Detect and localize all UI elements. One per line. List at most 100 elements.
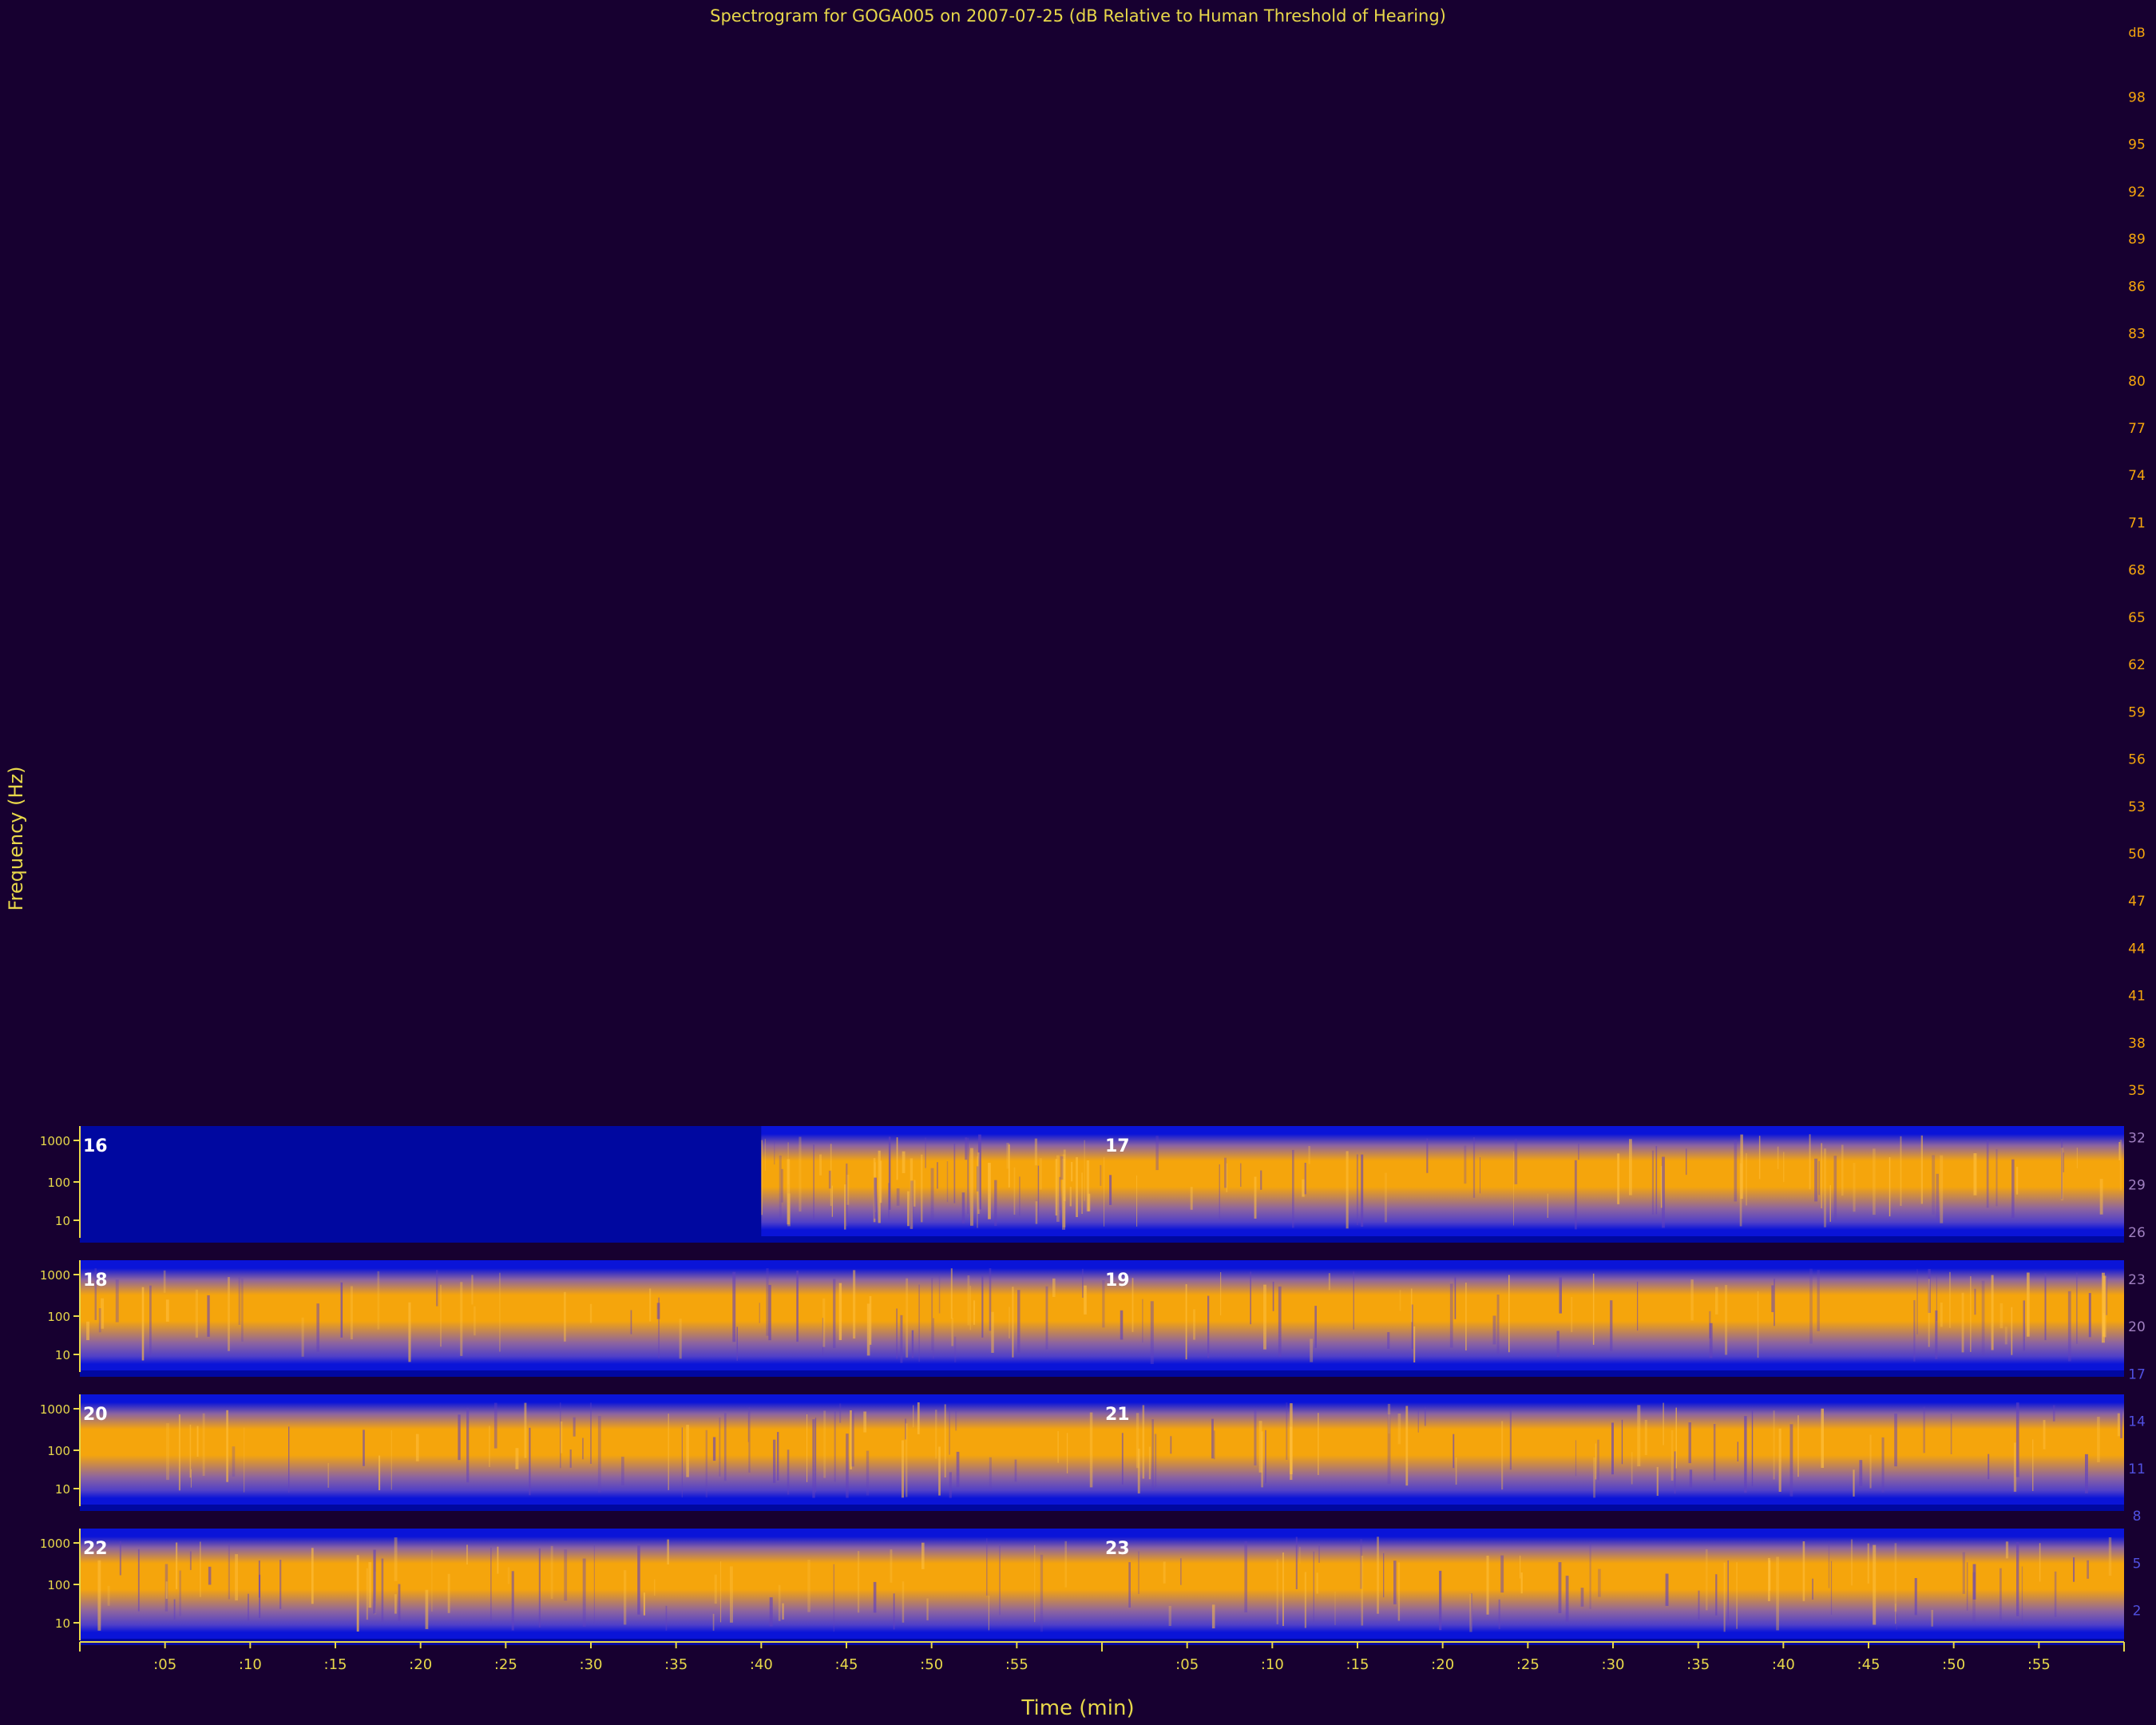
band-streak bbox=[2015, 1167, 2019, 1195]
time-tick-label: :35 bbox=[664, 1656, 688, 1673]
band-streak bbox=[900, 1315, 903, 1363]
band-streak bbox=[1361, 1556, 1364, 1626]
band-streak bbox=[814, 1418, 817, 1493]
band-streak bbox=[866, 1450, 870, 1496]
band-streak bbox=[896, 1137, 898, 1180]
band-streak bbox=[935, 1410, 937, 1459]
band-streak bbox=[1812, 1578, 1813, 1600]
band-streak bbox=[1492, 1315, 1496, 1345]
time-tick-label: :50 bbox=[1942, 1656, 1965, 1673]
band-streak bbox=[1950, 1414, 1952, 1454]
band-streak bbox=[1556, 1330, 1560, 1358]
colorbar-tick-label: 89 bbox=[2128, 232, 2146, 248]
band-streak bbox=[1674, 1451, 1676, 1494]
band-streak bbox=[902, 1151, 906, 1173]
band-streak bbox=[311, 1548, 314, 1604]
band-streak bbox=[327, 1462, 330, 1488]
band-streak bbox=[624, 1570, 627, 1625]
band-streak bbox=[1888, 1157, 1891, 1217]
band-streak bbox=[1356, 1154, 1358, 1226]
band-streak bbox=[1931, 1609, 1933, 1627]
band-streak bbox=[730, 1566, 733, 1623]
band-top-edge bbox=[1102, 1394, 2124, 1402]
band-streak bbox=[529, 1427, 531, 1496]
colorbar-tick-label: 92 bbox=[2128, 184, 2146, 200]
band-streak bbox=[1302, 1179, 1305, 1197]
band-streak bbox=[1913, 1300, 1916, 1362]
band-streak bbox=[1797, 1415, 1799, 1477]
band-streak bbox=[1170, 1436, 1172, 1454]
time-tick-label: :25 bbox=[494, 1656, 517, 1673]
colorbar-tick-label: 47 bbox=[2128, 894, 2146, 910]
band-streak bbox=[1384, 1172, 1387, 1223]
band-streak bbox=[137, 1549, 140, 1612]
band-streak bbox=[1923, 1406, 1925, 1453]
band-streak bbox=[1052, 1278, 1056, 1297]
hour-label: 20 bbox=[83, 1405, 108, 1425]
band-streak bbox=[839, 1403, 842, 1423]
time-tick-label: :45 bbox=[835, 1656, 858, 1673]
band-streak bbox=[1914, 1578, 1917, 1616]
band-streak bbox=[466, 1408, 470, 1483]
band-streak bbox=[828, 1170, 831, 1189]
band-streak bbox=[812, 1419, 815, 1498]
band-streak bbox=[1973, 1153, 1977, 1196]
band-streak bbox=[910, 1180, 914, 1228]
colorbar-tick-label: 62 bbox=[2128, 657, 2146, 673]
band-streak bbox=[1346, 1151, 1349, 1229]
band-streak bbox=[440, 1284, 442, 1347]
band-streak bbox=[679, 1319, 682, 1359]
band-streak bbox=[649, 1288, 652, 1322]
band-streak bbox=[893, 1593, 895, 1630]
band-streak bbox=[1121, 1433, 1124, 1485]
band-streak bbox=[1705, 1549, 1708, 1611]
band-streak bbox=[1334, 1592, 1336, 1625]
band-streak bbox=[846, 1434, 849, 1498]
band-streak bbox=[163, 1270, 166, 1293]
band-streak bbox=[1496, 1295, 1500, 1354]
band-streak bbox=[932, 1318, 934, 1359]
band-streak bbox=[2063, 1152, 2064, 1172]
colorbar-tick-label: 50 bbox=[2128, 847, 2146, 862]
band-streak bbox=[1084, 1285, 1087, 1315]
band-streak bbox=[2085, 1453, 2088, 1493]
band-streak bbox=[1260, 1170, 1262, 1190]
band-streak bbox=[394, 1594, 397, 1614]
band-streak bbox=[1295, 1537, 1298, 1589]
band-streak bbox=[350, 1286, 353, 1340]
band-streak bbox=[822, 1298, 826, 1347]
band-streak bbox=[1869, 1434, 1872, 1489]
band-streak bbox=[1353, 1271, 1354, 1330]
band-streak bbox=[768, 1284, 771, 1341]
colorbar-unit: dB bbox=[2128, 25, 2145, 40]
band-streak bbox=[926, 1598, 929, 1620]
band-streak bbox=[747, 1412, 750, 1442]
band-streak bbox=[1611, 1422, 1614, 1475]
colorbar-tick-label: 41 bbox=[2128, 989, 2146, 1005]
colorbar-tick-label: 17 bbox=[2128, 1366, 2146, 1382]
frequency-tick-label: 100 bbox=[47, 1176, 70, 1190]
band-streak bbox=[911, 1330, 914, 1358]
band-streak bbox=[1663, 1402, 1664, 1445]
band-streak bbox=[202, 1413, 205, 1477]
band-streak bbox=[97, 1560, 101, 1631]
band-streak bbox=[1751, 1409, 1754, 1487]
band-streak bbox=[1397, 1562, 1401, 1621]
hour-label: 16 bbox=[83, 1136, 108, 1156]
band-streak bbox=[1464, 1145, 1467, 1184]
band-streak bbox=[949, 1407, 950, 1455]
band-top-edge bbox=[761, 1126, 1102, 1134]
time-tick-label: :55 bbox=[1005, 1656, 1028, 1673]
band-streak bbox=[1665, 1573, 1669, 1606]
band-streak bbox=[1142, 1299, 1143, 1343]
band-streak bbox=[1128, 1562, 1131, 1608]
band-streak bbox=[667, 1539, 669, 1564]
band-streak bbox=[2015, 1402, 2019, 1477]
band-streak bbox=[2021, 1566, 2023, 1626]
band-streak bbox=[1377, 1537, 1379, 1614]
band-streak bbox=[1802, 1541, 1805, 1601]
hour-label: 21 bbox=[1105, 1405, 1130, 1425]
band-streak bbox=[1180, 1558, 1182, 1585]
band-streak bbox=[1142, 1405, 1145, 1479]
band-streak bbox=[1314, 1306, 1317, 1348]
